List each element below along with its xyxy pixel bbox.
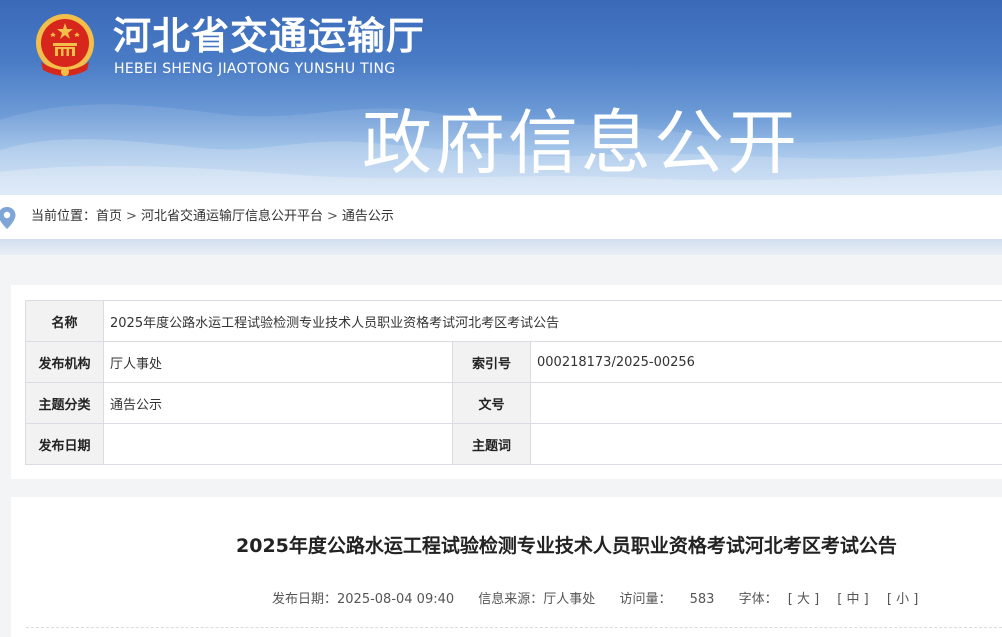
breadcrumb-separator: > bbox=[126, 209, 137, 224]
header-banner: 河北省交通运输厅 HEBEI SHENG JIAOTONG YUNSHU TIN… bbox=[0, 0, 1002, 195]
font-medium-button[interactable]: [ 中 ] bbox=[837, 592, 868, 607]
table-row: 主题分类 通告公示 文号 bbox=[25, 382, 1002, 424]
docno-label: 文号 bbox=[452, 382, 531, 424]
breadcrumb-prefix: 当前位置： bbox=[31, 209, 97, 224]
info-card: 名称 2025年度公路水运工程试验检测专业技术人员职业资格考试河北考区考试公告 … bbox=[11, 285, 1002, 479]
publisher-label: 发布机构 bbox=[25, 341, 104, 383]
visits-count: 583 bbox=[689, 592, 715, 607]
article-title: 2025年度公路水运工程试验检测专业技术人员职业资格考试河北考区考试公告 bbox=[236, 535, 897, 557]
table-row: 名称 2025年度公路水运工程试验检测专业技术人员职业资格考试河北考区考试公告 bbox=[25, 300, 1002, 342]
font-size-label: 字体： bbox=[738, 592, 778, 607]
table-row: 发布日期 主题词 bbox=[25, 423, 1002, 465]
breadcrumb-separator: > bbox=[326, 209, 338, 224]
national-emblem-icon bbox=[36, 14, 94, 76]
name-label: 名称 bbox=[25, 300, 104, 342]
keyword-label: 主题词 bbox=[452, 423, 531, 465]
breadcrumb-platform[interactable]: 河北省交通运输厅信息公开平台 bbox=[141, 209, 323, 224]
keyword-value bbox=[530, 423, 1002, 465]
article-panel bbox=[11, 497, 1002, 637]
breadcrumb-notices[interactable]: 通告公示 bbox=[342, 209, 394, 224]
date-value bbox=[103, 423, 453, 465]
publish-date: 发布日期：2025-08-04 09:40 bbox=[272, 592, 455, 607]
breadcrumb: 当前位置：首页 > 河北省交通运输厅信息公开平台 > 通告公示 bbox=[31, 208, 394, 226]
info-source: 信息来源：厅人事处 bbox=[478, 592, 596, 607]
name-value: 2025年度公路水运工程试验检测专业技术人员职业资格考试河北考区考试公告 bbox=[103, 300, 1002, 342]
index-value: 000218173/2025-00256 bbox=[530, 341, 1002, 383]
visits-label: 访问量： bbox=[619, 592, 672, 607]
site-name[interactable]: 河北省交通运输厅 bbox=[113, 14, 425, 58]
category-value: 通告公示 bbox=[103, 382, 453, 424]
article-meta: 发布日期：2025-08-04 09:40 信息来源：厅人事处 访问量： 583… bbox=[272, 591, 932, 609]
docno-value bbox=[530, 382, 1002, 424]
font-small-button[interactable]: [ 小 ] bbox=[887, 592, 918, 607]
site-pinyin: HEBEI SHENG JIAOTONG YUNSHU TING bbox=[114, 61, 396, 77]
publisher-value: 厅人事处 bbox=[103, 341, 453, 383]
divider bbox=[26, 627, 1002, 628]
category-label: 主题分类 bbox=[25, 382, 104, 424]
date-label: 发布日期 bbox=[25, 423, 104, 465]
metadata-table: 名称 2025年度公路水运工程试验检测专业技术人员职业资格考试河北考区考试公告 … bbox=[25, 300, 1002, 465]
location-pin-icon bbox=[0, 207, 16, 229]
portal-title: 政府信息公开 bbox=[362, 102, 800, 184]
index-label: 索引号 bbox=[452, 341, 531, 383]
breadcrumb-shadow bbox=[0, 239, 1002, 255]
table-row: 发布机构 厅人事处 索引号 000218173/2025-00256 bbox=[25, 341, 1002, 383]
font-large-button[interactable]: [ 大 ] bbox=[788, 592, 819, 607]
breadcrumb-home[interactable]: 首页 bbox=[96, 209, 122, 224]
